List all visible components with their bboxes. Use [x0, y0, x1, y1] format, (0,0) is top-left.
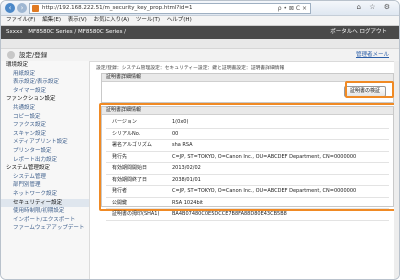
header-links[interactable]: ポータルへ ログアウト [330, 26, 387, 39]
row-key: 証明書の拇印(SHA1) [106, 208, 171, 221]
admin-mail-link[interactable]: 管理者メール [356, 49, 389, 61]
menu-item-edit[interactable]: 編集(E) [42, 17, 61, 23]
sidebar: 環境設定 用紙設定 表示設定/表示設定 タイマー設定 ファンクション設定 共通設… [1, 61, 90, 279]
sidebar-item[interactable]: 用紙設定 [1, 70, 89, 79]
sidebar-item[interactable]: プリンター設定 [1, 147, 89, 156]
row-key: 署名アルゴリズム [106, 139, 171, 152]
certificate-details-table: バージョン 1(0x0) シリアルNo. 00 署名アルゴリズム sha RSA 発行… [106, 117, 389, 221]
table-row: 有効期間終了日 2038/01/01 [106, 174, 389, 186]
menu-bar: ファイル(F) 編集(E) 表示(V) お気に入り(A) ツール(T) ヘルプ(… [1, 16, 399, 26]
row-value: 2013/02/02 [171, 162, 389, 175]
app-header: Sxxxx MF8580C Series / MF8580C Series / … [1, 26, 399, 39]
address-tools[interactable]: ρ • ⊠ C × [278, 4, 307, 13]
table-row: バージョン 1(0x0) [106, 117, 389, 129]
sidebar-item[interactable]: 共通設定 [1, 104, 89, 113]
app-logo: Sxxxx MF8580C Series / MF8580C Series / [6, 26, 126, 39]
table-row: シリアルNo. 00 [106, 128, 389, 140]
row-value: 2038/01/01 [171, 174, 389, 186]
menu-item-view[interactable]: 表示(V) [68, 17, 87, 23]
row-value: 1(0x0) [171, 117, 389, 129]
device-name: MF8580C Series / MF8580C Series / [28, 29, 127, 35]
sidebar-item[interactable]: 使用時制限/初期設定 [1, 207, 89, 216]
row-key: 発行先 [106, 151, 171, 163]
sub-bar [1, 39, 399, 49]
sidebar-item[interactable]: レポート出力設定 [1, 156, 89, 165]
row-key: 公開鍵 [106, 197, 171, 209]
row-key: バージョン [106, 117, 171, 129]
certificate-details-box: 証明書詳細情報 バージョン 1(0x0) シリアルNo. 00 署名アルゴリズム sh… [101, 106, 394, 221]
details-box-header: 証明書詳細情報 [102, 107, 393, 115]
table-row: 署名アルゴリズム sha RSA [106, 139, 389, 152]
row-value: RSA 1024bit [171, 197, 389, 209]
table-row: 有効期間開始日 2013/02/02 [106, 162, 389, 175]
forward-arrow-icon[interactable]: › [17, 3, 27, 13]
site-favicon-icon [32, 5, 39, 12]
sidebar-item[interactable]: コピー設定 [1, 113, 89, 122]
table-row: 発行先 C=JP, ST=TOKYO, O=Canon Inc., OU=ABCD… [106, 151, 389, 163]
sidebar-section: 環境設定 [6, 62, 29, 68]
menu-item-file[interactable]: ファイル(F) [6, 17, 35, 23]
sidebar-item[interactable]: システム管理 [1, 173, 89, 182]
row-key: 有効期間開始日 [106, 162, 171, 175]
page-scrollbar[interactable] [394, 61, 399, 279]
menu-item-favorites[interactable]: お気に入り(A) [94, 17, 130, 23]
row-key: 有効期間終了日 [106, 174, 171, 186]
row-key: 発行者 [106, 185, 171, 198]
verify-button-highlight [345, 81, 394, 98]
breadcrumb: 設定/登録：システム管理設定：セキュリティー設定：鍵と証明書設定：証明書詳細情報 [96, 66, 285, 71]
back-arrow-icon[interactable]: ‹ [5, 3, 15, 13]
browser-toolbar: ‹ › http://192.168.222.51/m_security_key… [1, 1, 399, 16]
row-value: sha RSA [171, 139, 389, 152]
sidebar-item[interactable]: インポート/エクスポート [1, 216, 89, 225]
sidebar-item[interactable]: タイマー設定 [1, 87, 89, 96]
table-row: 公開鍵 RSA 1024bit [106, 197, 389, 209]
row-value: 00 [171, 128, 389, 140]
table-row: 証明書の拇印(SHA1) BA4B07480C0E5DCCE7B8FA88D80E… [106, 208, 389, 221]
menu-item-help[interactable]: ヘルプ(H) [167, 17, 192, 23]
page-title: 設定/登録 [19, 51, 48, 59]
row-value: C=JP, ST=TOKYO, O=Canon Inc., OU=ABCDEF … [171, 151, 389, 163]
browser-right-tools[interactable]: ⌂ ☆ ⚙ [357, 3, 393, 11]
sidebar-section: ファンクション設定 [6, 96, 56, 103]
sidebar-item[interactable]: ファームウェアアップデート [1, 224, 89, 233]
sidebar-item[interactable]: ファクス設定 [1, 121, 89, 130]
table-row: 発行者 C=JP, ST=TOKYO, O=Canon Inc., OU=ABCD… [106, 185, 389, 198]
browser-window: ‹ › http://192.168.222.51/m_security_key… [0, 0, 400, 280]
sidebar-item[interactable]: メディアプリント設定 [1, 138, 89, 147]
app-logo-text: Sxxxx [6, 29, 23, 35]
main-content: 設定/登録：システム管理設定：セキュリティー設定：鍵と証明書設定：証明書詳細情報… [90, 61, 399, 279]
sidebar-item[interactable]: スキャン設定 [1, 130, 89, 139]
address-bar[interactable]: http://192.168.222.51/m_security_key_pro… [29, 3, 311, 14]
address-url: http://192.168.222.51/m_security_key_pro… [42, 5, 193, 11]
row-key: シリアルNo. [106, 128, 171, 140]
sidebar-item[interactable]: 部門別管理 [1, 181, 89, 190]
row-value: BA4B07480C0E5DCCE7B8FA88D80E43CB5B8 [171, 208, 389, 221]
menu-item-tools[interactable]: ツール(T) [136, 17, 160, 23]
row-value: C=JP, ST=TOKYO, O=Canon Inc., OU=ABCDEF … [171, 185, 389, 198]
sidebar-item[interactable]: 表示設定/表示設定 [1, 78, 89, 87]
sidebar-item-security[interactable]: セキュリティー設定 [1, 198, 89, 208]
sidebar-item[interactable]: ネットワーク設定 [1, 190, 89, 199]
sidebar-section: システム管理設定 [6, 165, 50, 172]
settings-icon [7, 51, 15, 59]
